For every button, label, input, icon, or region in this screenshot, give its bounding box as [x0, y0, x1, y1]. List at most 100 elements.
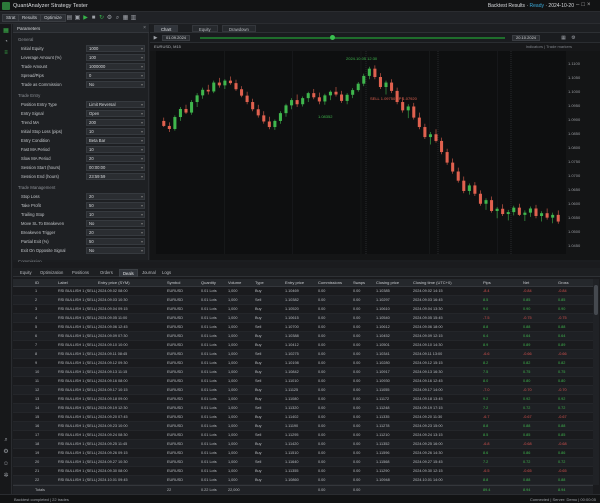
tab-drawdown[interactable]: Drawdown [222, 25, 256, 32]
candle-body[interactable] [278, 113, 282, 121]
param-value-field[interactable]: Beta Bar [86, 137, 145, 144]
param-value-field[interactable]: 1000000 [86, 63, 145, 70]
param-value-field[interactable]: 10 [86, 128, 145, 135]
date-from-field[interactable]: 01.09.2024 [162, 35, 191, 41]
candle-body[interactable] [356, 83, 360, 91]
candle-body[interactable] [351, 90, 355, 95]
candle-body[interactable] [323, 95, 327, 102]
candle-body[interactable] [406, 106, 410, 111]
candle-body[interactable] [190, 102, 194, 113]
date-range-slider[interactable] [200, 35, 505, 40]
candle-body[interactable] [290, 100, 294, 106]
table-row[interactable]: 17 RSI BULLISH 1 (SELL) 2024.09.24 08:30 EU… [13, 431, 593, 440]
tab-deals[interactable]: Deals [119, 269, 138, 277]
column-header[interactable]: Closing time (UTC+0) [413, 280, 452, 285]
column-header[interactable]: Label [58, 280, 68, 285]
table-row[interactable]: 13 RSI BULLISH 1 (SELL) 2024.09.18 09:00 EU… [13, 395, 593, 404]
candle-body[interactable] [273, 120, 277, 128]
grid-icon[interactable]: ▦ [122, 14, 129, 22]
table-row[interactable]: 16 RSI BULLISH 1 (SELL) 2024.09.23 10:00 EU… [13, 422, 593, 431]
column-header[interactable]: Pips [483, 280, 491, 285]
table-row[interactable]: 14 RSI BULLISH 1 (SELL) 2024.09.19 12:30 EU… [13, 404, 593, 413]
tab-journal[interactable]: Journal [139, 269, 159, 277]
candle-body[interactable] [245, 95, 249, 103]
candle-body[interactable] [251, 102, 255, 110]
candle-body[interactable] [551, 214, 555, 218]
column-header[interactable]: Gross [558, 280, 569, 285]
candle-body[interactable] [473, 185, 477, 194]
candle-body[interactable] [184, 108, 188, 113]
price-chart[interactable]: 2024.10.05 12:30 1.08352 SELL 1.09750 TP 1… [156, 51, 566, 254]
tab-optimization[interactable]: Optimization [37, 269, 66, 277]
date-to-field[interactable]: 20.10.2024 [512, 35, 541, 41]
candle-body[interactable] [367, 68, 371, 76]
param-value-field[interactable]: Open [86, 110, 145, 117]
stop-icon[interactable]: ■ [90, 14, 97, 22]
candle-body[interactable] [390, 82, 394, 91]
candle-body[interactable] [362, 75, 366, 84]
candle-body[interactable] [162, 120, 166, 126]
candle-body[interactable] [417, 117, 421, 128]
candle-body[interactable] [467, 185, 471, 191]
settings-icon[interactable]: ⚙ [2, 448, 10, 456]
candle-body[interactable] [384, 82, 388, 88]
candle-body[interactable] [540, 213, 544, 216]
table-row[interactable]: 10 RSI BULLISH 1 (SELL) 2024.09.13 11:15 EU… [13, 368, 593, 377]
gear-icon[interactable]: ✲ [2, 472, 10, 480]
column-header[interactable]: Commissions [318, 280, 342, 285]
param-value-field[interactable]: No [86, 247, 145, 254]
candle-body[interactable] [512, 207, 516, 213]
candle-body[interactable] [262, 115, 266, 122]
candle-body[interactable] [340, 94, 344, 101]
toolbar-button-optimize[interactable]: Optimize [40, 14, 66, 22]
table-row[interactable]: 4 RSI BULLISH 1 (SELL) 2024.09.05 11:00 EUR… [13, 314, 593, 323]
param-value-field[interactable]: 200 [86, 119, 145, 126]
tab-equity[interactable]: Equity [17, 269, 35, 277]
table-row[interactable]: 11 RSI BULLISH 1 (SELL) 2024.09.16 08:00 EU… [13, 377, 593, 386]
candle-body[interactable] [523, 212, 527, 215]
user-icon[interactable]: ☺ [2, 460, 10, 468]
param-value-field[interactable]: 10 [86, 146, 145, 153]
param-value-field[interactable]: 23:59:59 [86, 173, 145, 180]
column-header[interactable]: Entry price (SYM) [98, 280, 130, 285]
table-row[interactable]: 8 RSI BULLISH 1 (SELL) 2024.09.11 08:45 EUR… [13, 350, 593, 359]
param-value-field[interactable]: No [86, 81, 145, 88]
table-row[interactable]: 19 RSI BULLISH 1 (SELL) 2024.09.26 09:15 EU… [13, 449, 593, 458]
candle-body[interactable] [484, 200, 488, 204]
param-value-field[interactable]: No [86, 220, 145, 227]
tab-chart[interactable]: Chart [154, 25, 179, 32]
candle-body[interactable] [445, 152, 449, 163]
table-row[interactable]: 5 RSI BULLISH 1 (SELL) 2024.09.06 12:45 EUR… [13, 323, 593, 332]
candle-body[interactable] [256, 109, 260, 116]
param-value-field[interactable]: 50 [86, 238, 145, 245]
column-header[interactable]: Type [255, 280, 264, 285]
candle-body[interactable] [478, 193, 482, 204]
candle-body[interactable] [412, 106, 416, 118]
candle-body[interactable] [556, 214, 560, 222]
candle-body[interactable] [223, 80, 227, 86]
column-header[interactable]: Swaps [353, 280, 365, 285]
param-value-field[interactable]: 20 [86, 155, 145, 162]
candle-body[interactable] [317, 97, 321, 102]
candle-body[interactable] [378, 77, 382, 88]
candle-body[interactable] [545, 213, 549, 218]
candle-body[interactable] [334, 91, 338, 95]
column-header[interactable]: Closing price [376, 280, 399, 285]
candle-body[interactable] [206, 89, 210, 92]
candle-body[interactable] [495, 208, 499, 211]
candle-body[interactable] [212, 82, 216, 92]
column-header[interactable]: Quantity [201, 280, 216, 285]
candle-body[interactable] [167, 125, 171, 129]
candle-body[interactable] [234, 83, 238, 90]
tab-positions[interactable]: Positions [69, 269, 92, 277]
candle-body[interactable] [228, 80, 232, 84]
play-icon[interactable]: ▶ [152, 34, 159, 42]
save-icon[interactable]: ▣ [74, 14, 81, 22]
candle-body[interactable] [373, 68, 377, 78]
list-icon[interactable]: ≡ [2, 49, 10, 57]
zoom-icon[interactable]: ⌕ [114, 14, 121, 22]
scroll-thumb[interactable] [594, 285, 598, 315]
table-row[interactable]: 20 RSI BULLISH 1 (SELL) 2024.09.27 10:30 EU… [13, 458, 593, 467]
table-row[interactable]: 7 RSI BULLISH 1 (SELL) 2024.09.10 10:00 EUR… [13, 341, 593, 350]
table-row[interactable]: 9 RSI BULLISH 1 (SELL) 2024.09.12 09:30 EUR… [13, 359, 593, 368]
